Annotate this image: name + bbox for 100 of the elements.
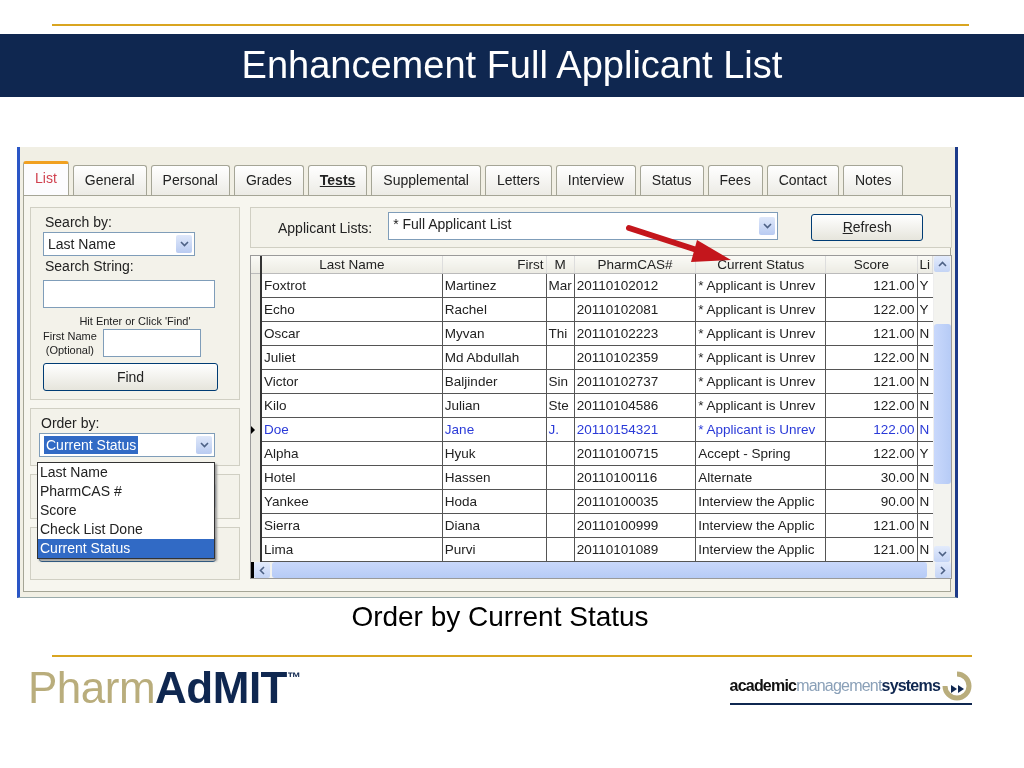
table-cell: Hoda: [442, 489, 546, 514]
tab[interactable]: Supplemental: [371, 165, 481, 195]
tab[interactable]: Contact: [766, 165, 839, 195]
product-logo: PharmAdMIT$^{™}$: [28, 663, 301, 713]
table-cell: Alternate: [695, 465, 826, 490]
chevron-down-icon: [179, 241, 189, 247]
tab[interactable]: Notes: [842, 165, 904, 195]
table-cell: Interview the Applic: [695, 489, 826, 514]
table-cell: * Applicant is Unrev: [695, 393, 826, 418]
chevron-down-icon: [762, 223, 772, 229]
table-cell: * Applicant is Unrev: [695, 417, 826, 442]
table-cell: Hotel: [260, 465, 443, 490]
table-cell: J.: [546, 417, 575, 442]
table-cell: [546, 465, 575, 490]
table-cell: 121.00: [825, 273, 917, 298]
table-cell: * Applicant is Unrev: [695, 297, 826, 322]
table-cell: 20110102012: [574, 273, 696, 298]
table-cell: 122.00: [825, 297, 917, 322]
table-cell: 121.00: [825, 537, 917, 562]
column-header[interactable]: PharmCAS#: [574, 256, 696, 274]
tab[interactable]: General: [72, 165, 147, 195]
row-header[interactable]: [251, 537, 261, 562]
table-cell: Doe: [260, 417, 443, 442]
table-cell: 121.00: [825, 369, 917, 394]
table-cell: Hassen: [442, 465, 546, 490]
table-cell: 122.00: [825, 441, 917, 466]
company-logo: academicmanagementsystems: [729, 671, 972, 705]
refresh-button[interactable]: Refresh: [811, 214, 924, 241]
dropdown-option[interactable]: Last Name: [38, 463, 214, 482]
row-pointer-icon: [251, 425, 255, 434]
row-header[interactable]: [251, 256, 261, 274]
dropdown-option[interactable]: Score: [38, 501, 214, 520]
table-cell: * Applicant is Unrev: [695, 345, 826, 370]
slide-title: Enhancement Full Applicant List: [241, 44, 783, 87]
tab[interactable]: Letters: [484, 165, 552, 195]
table-cell: [546, 489, 575, 514]
table-cell: Thi: [546, 321, 575, 346]
table-cell: Martinez: [442, 273, 546, 298]
column-header[interactable]: Last Name: [260, 256, 443, 274]
horizontal-scrollbar[interactable]: [251, 562, 951, 578]
table-cell: [546, 537, 575, 562]
tab[interactable]: Grades: [233, 165, 304, 195]
table-cell: 20110101089: [574, 537, 696, 562]
table-cell: 30.00: [825, 465, 917, 490]
table-cell: Yankee: [260, 489, 443, 514]
applicant-lists-label: Applicant Lists:: [278, 219, 373, 236]
chevron-right-icon: [940, 565, 946, 575]
order-by-label: Order by:: [41, 415, 101, 431]
chevron-left-icon: [259, 565, 265, 575]
search-by-select[interactable]: Last Name: [43, 232, 195, 256]
first-name-field[interactable]: [102, 329, 201, 357]
hint-text: Hit Enter or Click 'Find': [78, 315, 192, 327]
search-string-label: Search String:: [45, 258, 135, 274]
table-cell: Jane: [442, 417, 546, 442]
tab[interactable]: Personal: [150, 165, 230, 195]
table-cell: Juliet: [260, 345, 443, 370]
table-cell: 121.00: [825, 321, 917, 346]
search-by-label: Search by:: [45, 214, 113, 230]
table-cell: 122.00: [825, 345, 917, 370]
table-cell: Myvan: [442, 321, 546, 346]
table-cell: * Applicant is Unrev: [695, 321, 826, 346]
find-button[interactable]: Find: [43, 363, 218, 391]
table-cell: 20110104586: [574, 393, 696, 418]
column-header[interactable]: Current Status: [695, 256, 826, 274]
tab[interactable]: Interview: [555, 165, 636, 195]
row-header[interactable]: [251, 273, 261, 298]
table-cell: Mar: [546, 273, 575, 298]
column-header[interactable]: M: [546, 256, 575, 274]
dropdown-option[interactable]: PharmCAS #: [38, 482, 214, 501]
table-cell: 122.00: [825, 393, 917, 418]
table-cell: Ste: [546, 393, 575, 418]
table-cell: 20110102223: [574, 321, 696, 346]
table-cell: [546, 513, 575, 538]
tab[interactable]: Fees: [707, 165, 763, 195]
applicant-list-select[interactable]: * Full Applicant List: [388, 212, 779, 240]
order-by-select[interactable]: Current Status: [39, 433, 215, 457]
tab[interactable]: List: [23, 161, 69, 195]
vertical-scrollbar[interactable]: [933, 256, 951, 562]
table-cell: Sierra: [260, 513, 443, 538]
table-cell: [546, 345, 575, 370]
column-header[interactable]: Score: [825, 256, 917, 274]
column-header[interactable]: First: [442, 256, 546, 274]
dropdown-option[interactable]: Check List Done: [38, 520, 214, 539]
table-cell: Foxtrot: [260, 273, 443, 298]
table-cell: Lima: [260, 537, 443, 562]
table-cell: [546, 297, 575, 322]
table-cell: * Applicant is Unrev: [695, 273, 826, 298]
table-cell: 20110100116: [574, 465, 696, 490]
chevron-down-icon: [937, 551, 947, 557]
table-cell: 20110100035: [574, 489, 696, 514]
tab[interactable]: Tests: [307, 165, 368, 195]
tab[interactable]: Status: [639, 165, 704, 195]
table-cell: Oscar: [260, 321, 443, 346]
table-cell: 20110102081: [574, 297, 696, 322]
dropdown-option[interactable]: Current Status: [38, 539, 214, 558]
first-name-label: First Name (Optional): [43, 329, 97, 357]
table-cell: Victor: [260, 369, 443, 394]
table-cell: Interview the Applic: [695, 537, 826, 562]
search-string-field[interactable]: [43, 280, 215, 308]
table-cell: Interview the Applic: [695, 513, 826, 538]
